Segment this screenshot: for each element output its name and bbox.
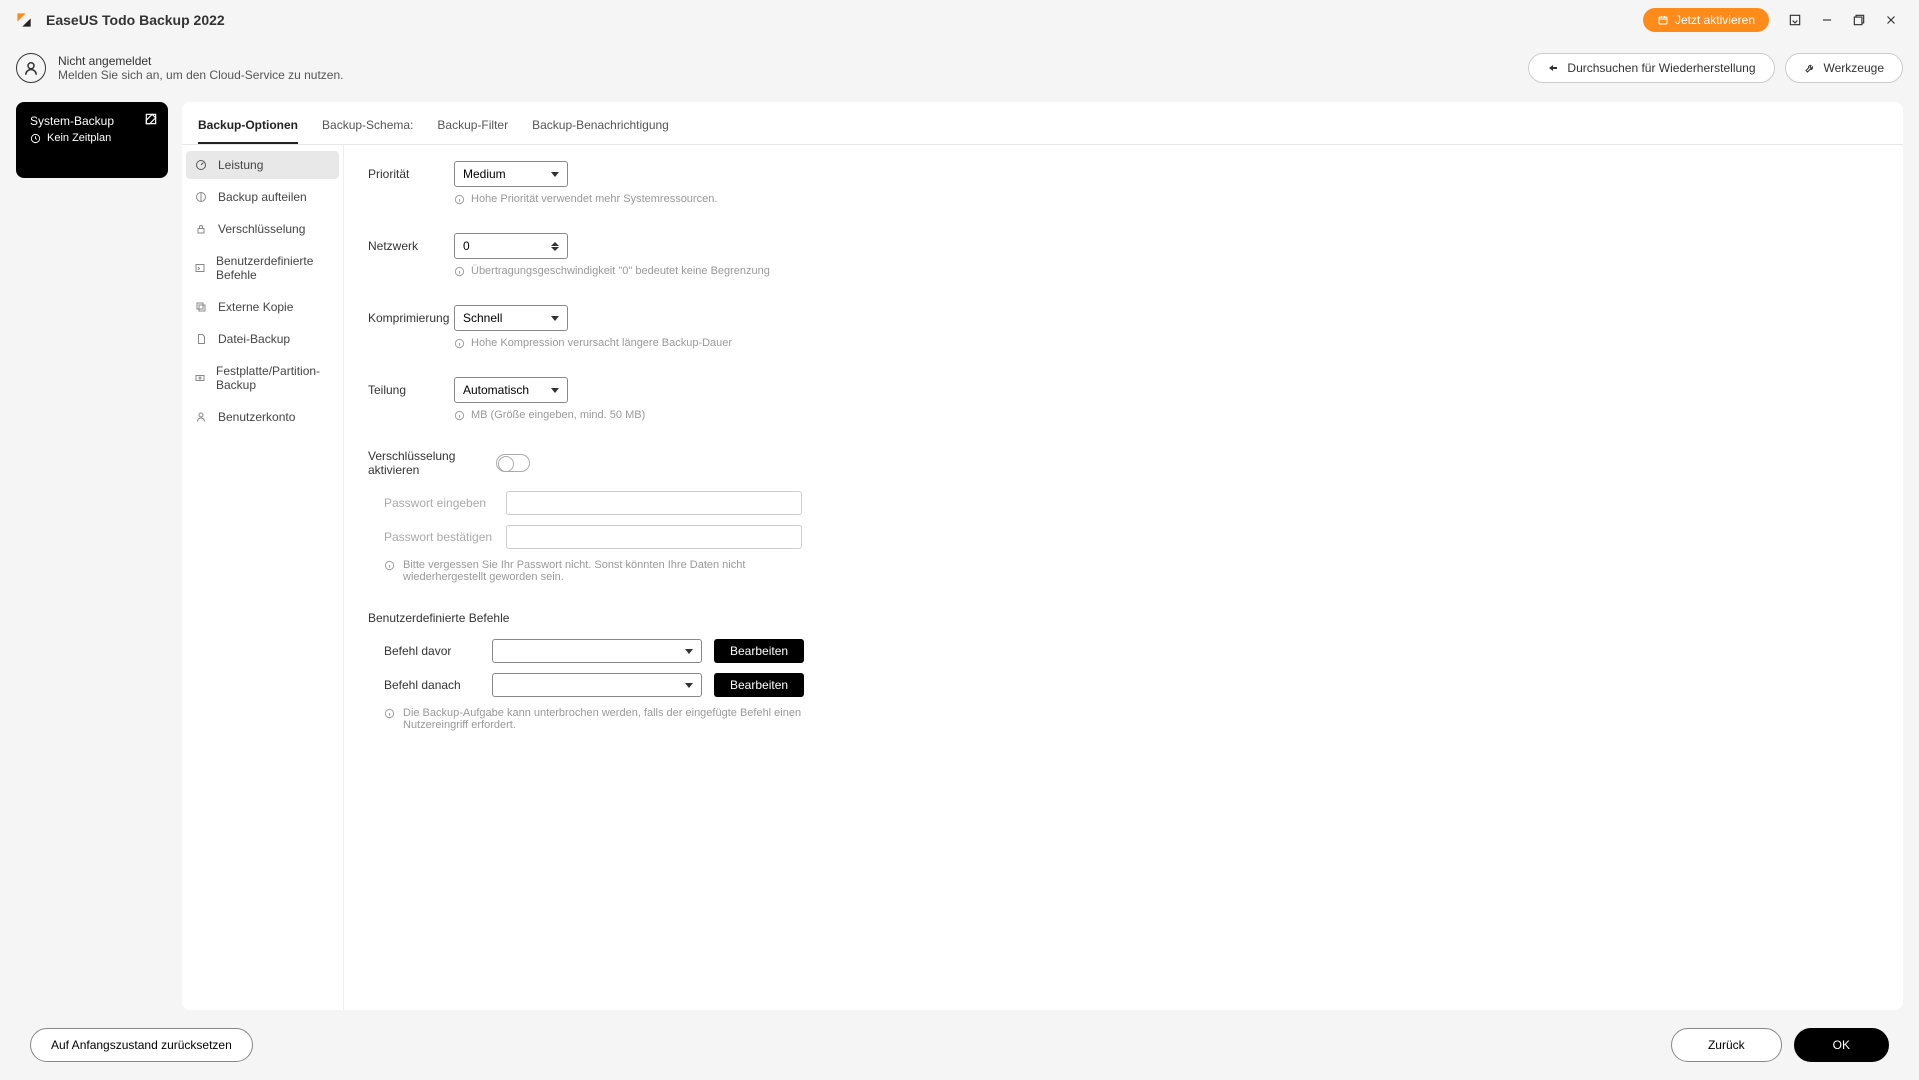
subnav-performance[interactable]: Leistung (186, 151, 339, 179)
subnav-external-copy[interactable]: Externe Kopie (182, 291, 343, 323)
info-icon (454, 410, 465, 421)
chevron-down-icon (551, 172, 559, 177)
edit-task-icon[interactable] (144, 112, 158, 131)
footer: Auf Anfangszustand zurücksetzen Zurück O… (0, 1010, 1919, 1080)
subnav-encryption[interactable]: Verschlüsselung (182, 213, 343, 245)
task-title: System-Backup (30, 114, 154, 128)
network-field: Netzwerk 0 Übertragungsgeschwindigkeit "… (368, 233, 1879, 277)
compression-hint: Hohe Kompression verursacht längere Back… (454, 337, 1879, 349)
info-icon (454, 194, 465, 205)
compression-label: Komprimierung (368, 311, 446, 325)
password-confirm-input[interactable] (506, 525, 802, 549)
user-hint: Melden Sie sich an, um den Cloud-Service… (58, 68, 1518, 82)
password-hint: Bitte vergessen Sie Ihr Passwort nicht. … (384, 559, 804, 583)
chevron-down-icon (551, 316, 559, 321)
password-confirm-label: Passwort bestätigen (384, 530, 494, 544)
cmd-after-select[interactable] (492, 673, 702, 697)
subnav-partition-backup[interactable]: Festplatte/Partition-Backup (182, 355, 343, 401)
file-icon (194, 332, 208, 346)
options-content: Priorität Medium Hohe Priorität verwende… (344, 145, 1903, 1010)
back-button[interactable]: Zurück (1671, 1028, 1782, 1062)
chevron-down-icon (685, 649, 693, 654)
password-label: Passwort eingeben (384, 496, 494, 510)
cmd-after-edit-button[interactable]: Bearbeiten (714, 673, 804, 697)
info-icon (384, 708, 395, 719)
titlebar: EaseUS Todo Backup 2022 Jetzt aktivieren (0, 0, 1919, 40)
app-logo-icon (12, 8, 36, 32)
dropdown-icon[interactable] (1779, 4, 1811, 36)
disk-icon (194, 371, 206, 385)
header: Nicht angemeldet Melden Sie sich an, um … (0, 40, 1919, 96)
reset-button[interactable]: Auf Anfangszustand zurücksetzen (30, 1028, 253, 1062)
info-icon (454, 338, 465, 349)
activate-button[interactable]: Jetzt aktivieren (1643, 8, 1769, 32)
user-icon (194, 410, 208, 424)
subnav-user-account[interactable]: Benutzerkonto (182, 401, 343, 433)
task-schedule: Kein Zeitplan (30, 132, 154, 144)
terminal-icon (194, 261, 206, 275)
user-status: Nicht angemeldet (58, 54, 1518, 68)
backup-task-card[interactable]: System-Backup Kein Zeitplan (16, 102, 168, 178)
info-icon (454, 266, 465, 277)
tab-bar: Backup-Optionen Backup-Schema: Backup-Fi… (182, 102, 1903, 145)
cmd-before-edit-button[interactable]: Bearbeiten (714, 639, 804, 663)
encryption-toggle[interactable] (496, 454, 530, 472)
priority-label: Priorität (368, 167, 446, 181)
encryption-label: Verschlüsselung aktivieren (368, 449, 488, 477)
chevron-down-icon (685, 683, 693, 688)
cmd-before-select[interactable] (492, 639, 702, 663)
close-icon[interactable] (1875, 4, 1907, 36)
activate-label: Jetzt aktivieren (1675, 13, 1755, 27)
maximize-icon[interactable] (1843, 4, 1875, 36)
split-select[interactable]: Automatisch (454, 377, 568, 403)
browse-recovery-button[interactable]: Durchsuchen für Wiederherstellung (1528, 53, 1774, 83)
gauge-icon (194, 158, 208, 172)
cmd-hint: Die Backup-Aufgabe kann unterbrochen wer… (384, 707, 804, 731)
subnav-file-backup[interactable]: Datei-Backup (182, 323, 343, 355)
split-hint: MB (Größe eingeben, mind. 50 MB) (454, 409, 1879, 421)
tools-button[interactable]: Werkzeuge (1785, 53, 1903, 83)
info-icon (384, 560, 395, 571)
network-label: Netzwerk (368, 239, 446, 253)
user-avatar-icon[interactable] (16, 53, 46, 83)
tab-schema[interactable]: Backup-Schema: (322, 112, 413, 144)
priority-hint: Hohe Priorität verwendet mehr Systemress… (454, 193, 1879, 205)
app-title: EaseUS Todo Backup 2022 (46, 12, 1643, 28)
minimize-icon[interactable] (1811, 4, 1843, 36)
subnav-split[interactable]: Backup aufteilen (182, 181, 343, 213)
copy-icon (194, 300, 208, 314)
split-icon (194, 190, 208, 204)
compression-field: Komprimierung Schnell Hohe Kompression v… (368, 305, 1879, 349)
custom-cmd-section: Benutzerdefinierte Befehle Befehl davor … (368, 611, 1879, 731)
custom-cmd-title: Benutzerdefinierte Befehle (368, 611, 1879, 625)
options-subnav: Leistung Backup aufteilen Verschlüsselun… (182, 145, 344, 1010)
options-panel: Backup-Optionen Backup-Schema: Backup-Fi… (182, 102, 1903, 1010)
password-input[interactable] (506, 491, 802, 515)
subnav-custom-cmd[interactable]: Benutzerdefinierte Befehle (182, 245, 343, 291)
ok-button[interactable]: OK (1794, 1028, 1889, 1062)
chevron-down-icon (551, 388, 559, 393)
tab-notification[interactable]: Backup-Benachrichtigung (532, 112, 669, 144)
priority-select[interactable]: Medium (454, 161, 568, 187)
tab-filter[interactable]: Backup-Filter (437, 112, 508, 144)
user-info: Nicht angemeldet Melden Sie sich an, um … (58, 54, 1518, 82)
tab-options[interactable]: Backup-Optionen (198, 112, 298, 144)
priority-field: Priorität Medium Hohe Priorität verwende… (368, 161, 1879, 205)
network-hint: Übertragungsgeschwindigkeit "0" bedeutet… (454, 265, 1879, 277)
lock-icon (194, 222, 208, 236)
network-input[interactable]: 0 (454, 233, 568, 259)
split-field: Teilung Automatisch MB (Größe eingeben, … (368, 377, 1879, 421)
spinner-icon[interactable] (551, 242, 559, 251)
cmd-before-label: Befehl davor (384, 644, 480, 658)
compression-select[interactable]: Schnell (454, 305, 568, 331)
split-label: Teilung (368, 383, 446, 397)
encryption-section: Verschlüsselung aktivieren Passwort eing… (368, 449, 1879, 583)
cmd-after-label: Befehl danach (384, 678, 480, 692)
